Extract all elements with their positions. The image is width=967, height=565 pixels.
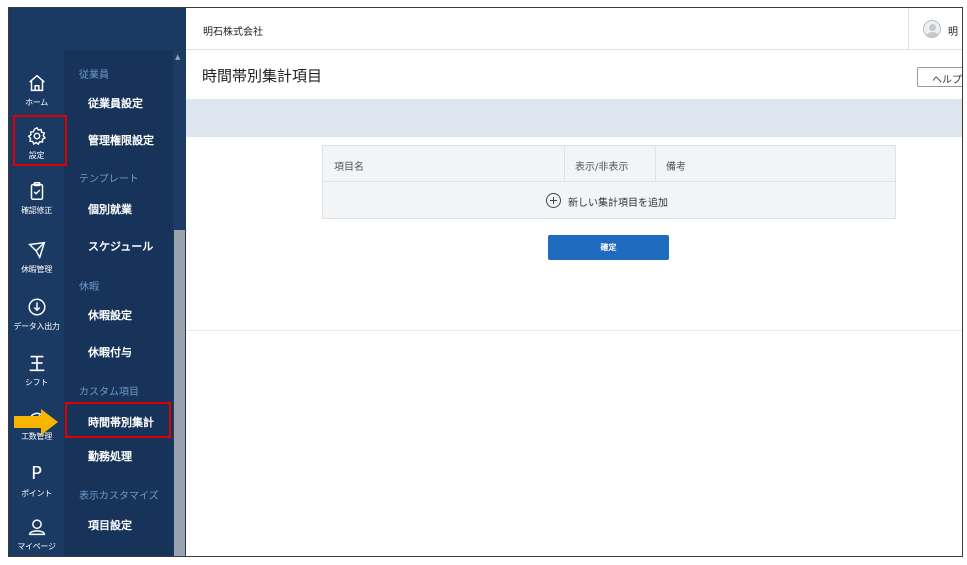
home-icon <box>28 74 45 92</box>
plus-circle-icon[interactable] <box>546 193 561 208</box>
rail-shift[interactable]: シフト <box>9 352 64 388</box>
rail-leave-mgmt-label: 休暇管理 <box>21 265 52 274</box>
add-item-row[interactable]: 新しい集計項目を追加 <box>323 182 895 218</box>
section-display: 表示カスタマイズ <box>79 491 159 502</box>
pointer-arrow-icon <box>14 409 58 435</box>
rail-home-label: ホーム <box>25 98 48 107</box>
section-employee: 従業員 <box>79 70 109 81</box>
download-circle-icon <box>27 298 46 316</box>
hourly-total-highlight <box>65 402 171 438</box>
point-icon: P <box>31 463 42 484</box>
rail-leave-mgmt[interactable]: 休暇管理 <box>9 239 64 275</box>
content-divider <box>186 330 962 331</box>
table-header: 項目名 表示/非表示 備考 <box>323 146 895 182</box>
aggregation-table: 項目名 表示/非表示 備考 新しい集計項目を追加 <box>322 145 896 219</box>
menu-leave-settings[interactable]: 休暇設定 <box>88 307 132 323</box>
menu-leave-grant[interactable]: 休暇付与 <box>88 344 132 360</box>
section-template: テンプレート <box>79 174 139 185</box>
confirm-button[interactable]: 確定 <box>548 235 669 260</box>
col-note: 備考 <box>666 162 686 173</box>
col-item-name: 項目名 <box>334 162 364 173</box>
user-icon <box>28 519 45 536</box>
col-visibility: 表示/非表示 <box>575 162 629 173</box>
clipboard-check-icon <box>30 182 43 200</box>
add-item-label[interactable]: 新しい集計項目を追加 <box>568 194 668 209</box>
avatar-icon <box>923 20 941 38</box>
menu-employee-settings[interactable]: 従業員設定 <box>88 95 143 111</box>
rail-mypage-label: マイページ <box>17 542 56 551</box>
rail-point[interactable]: P ポイント <box>9 463 64 499</box>
rail-data-io-label: データ入出力 <box>13 322 60 331</box>
submenu-scroll-thumb[interactable] <box>174 230 185 556</box>
settings-submenu: 従業員 従業員設定 管理権限設定 テンプレート 個別就業 スケジュール 休暇 休… <box>64 50 186 556</box>
menu-work-process[interactable]: 勤務処理 <box>88 448 132 464</box>
paper-plane-icon <box>27 241 45 260</box>
rail-data-io[interactable]: データ入出力 <box>9 296 64 332</box>
settings-highlight <box>13 115 67 166</box>
user-menu[interactable]: 明 <box>908 8 962 50</box>
col-divider <box>564 146 565 182</box>
section-custom: カスタム項目 <box>79 387 139 398</box>
toolbar-band <box>186 99 962 137</box>
user-name: 明 <box>948 27 958 38</box>
menu-item-settings[interactable]: 項目設定 <box>88 517 132 533</box>
company-name: 明石株式会社 <box>203 27 263 38</box>
scroll-up-icon[interactable]: ▲ <box>175 53 180 61</box>
menu-schedule[interactable]: スケジュール <box>88 238 153 254</box>
shift-icon <box>29 355 44 372</box>
icon-rail: ホーム 設定 確認修正 休暇管理 データ入出力 シフト 工数管理 P ポイント … <box>9 8 64 556</box>
help-button[interactable]: ヘルプ <box>917 67 962 87</box>
app-window: ホーム 設定 確認修正 休暇管理 データ入出力 シフト 工数管理 P ポイント … <box>8 7 963 557</box>
top-header: 明石株式会社 明 <box>186 8 962 50</box>
col-divider <box>655 146 656 182</box>
menu-admin-settings[interactable]: 管理権限設定 <box>88 132 154 148</box>
rail-point-label: ポイント <box>21 489 52 498</box>
section-leave: 休暇 <box>79 282 99 293</box>
rail-shift-label: シフト <box>24 378 49 387</box>
rail-confirm-edit-label: 確認修正 <box>21 206 52 215</box>
rail-mypage[interactable]: マイページ <box>9 516 64 552</box>
rail-confirm-edit[interactable]: 確認修正 <box>9 180 64 216</box>
page-title: 時間帯別集計項目 <box>202 67 323 85</box>
rail-home[interactable]: ホーム <box>9 72 64 108</box>
menu-individual-work[interactable]: 個別就業 <box>88 201 132 217</box>
